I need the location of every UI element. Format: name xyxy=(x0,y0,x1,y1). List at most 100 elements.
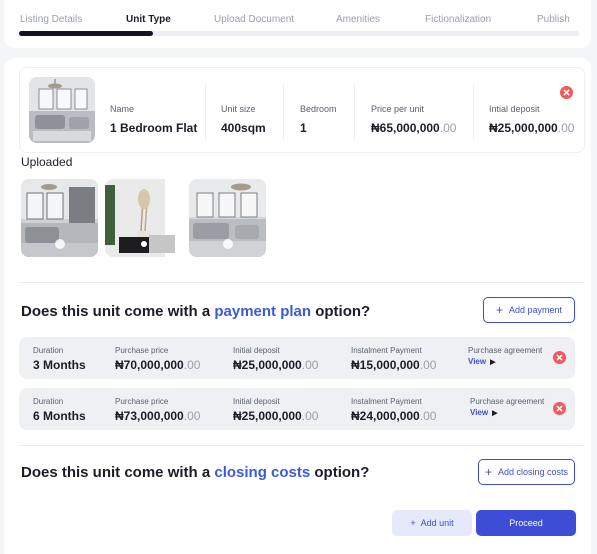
instalment-value: ₦15,000,000.00 xyxy=(351,358,436,372)
question-highlight: payment plan xyxy=(214,303,312,320)
deposit-decimals: .00 xyxy=(301,409,319,423)
step-publish[interactable]: Publish xyxy=(537,14,570,25)
divider xyxy=(283,84,284,140)
question-prefix: Does this unit come with a xyxy=(21,303,215,320)
price-label: Price per unit xyxy=(371,104,425,114)
proceed-button[interactable]: Proceed xyxy=(476,510,576,536)
step-unit-type[interactable]: Unit Type xyxy=(126,14,171,25)
instalment-label: Instalment Payment xyxy=(351,397,422,406)
purchase-price-value: ₦73,000,000.00 xyxy=(115,409,200,423)
view-agreement-link[interactable]: View ▶ xyxy=(468,357,495,366)
instalment-label: Instalment Payment xyxy=(351,346,422,355)
unit-summary-card: Name 1 Bedroom Flat Unit size 400sqm Bed… xyxy=(19,67,585,153)
deposit-main: ₦25,000,000 xyxy=(233,409,302,423)
purchase-main: ₦70,000,000 xyxy=(115,358,184,372)
instalment-main: ₦15,000,000 xyxy=(351,358,420,372)
instalment-main: ₦24,000,000 xyxy=(351,409,420,423)
step-listing-details[interactable]: Listing Details xyxy=(20,14,82,25)
initial-deposit-label: Initial deposit xyxy=(233,346,280,355)
unit-size-value: 400sqm xyxy=(221,121,266,135)
progress-stepper: Listing Details Unit Type Upload Documen… xyxy=(4,0,591,48)
uploaded-heading: Uploaded xyxy=(21,155,73,169)
add-unit-button[interactable]: + Add unit xyxy=(392,510,472,536)
remove-payment-button[interactable] xyxy=(553,351,566,364)
question-highlight: closing costs xyxy=(214,464,311,481)
deposit-value: ₦25,000,000.00 xyxy=(489,121,574,135)
instalment-value: ₦24,000,000.00 xyxy=(351,409,436,423)
duration-label: Duration xyxy=(33,346,64,355)
play-icon: ▶ xyxy=(492,410,498,417)
play-icon: ▶ xyxy=(490,359,496,366)
remove-image-button[interactable] xyxy=(223,239,233,249)
purchase-decimals: .00 xyxy=(183,358,201,372)
purchase-main: ₦73,000,000 xyxy=(115,409,184,423)
instalment-decimals: .00 xyxy=(419,409,437,423)
unit-type-panel: Name 1 Bedroom Flat Unit size 400sqm Bed… xyxy=(4,58,591,554)
proceed-label: Proceed xyxy=(509,518,543,528)
question-suffix: option? xyxy=(311,303,371,320)
view-agreement-link[interactable]: View ▶ xyxy=(470,408,497,417)
view-label: View xyxy=(470,408,489,417)
unit-thumbnail xyxy=(29,77,95,143)
section-divider xyxy=(19,282,585,283)
question-prefix: Does this unit come with a xyxy=(21,464,215,481)
bedroom-label: Bedroom xyxy=(300,104,337,114)
instalment-decimals: .00 xyxy=(419,358,437,372)
add-closing-costs-button[interactable]: + Add closing costs xyxy=(478,459,575,485)
add-payment-label: Add payment xyxy=(508,305,563,315)
duration-value: 6 Months xyxy=(33,409,86,423)
section-divider xyxy=(19,445,585,446)
deposit-label: Intial deposit xyxy=(489,104,540,114)
payment-plan-row: Duration 3 Months Purchase price ₦70,000… xyxy=(19,337,575,379)
divider xyxy=(205,84,206,140)
add-payment-button[interactable]: + Add payment xyxy=(483,297,575,323)
payment-plan-question: Does this unit come with a payment plan … xyxy=(21,303,370,320)
question-suffix: option? xyxy=(310,464,370,481)
view-label: View xyxy=(468,357,487,366)
uploaded-image xyxy=(21,179,98,257)
initial-deposit-label: Initial deposit xyxy=(233,397,280,406)
uploaded-image xyxy=(189,179,266,257)
initial-deposit-value: ₦25,000,000.00 xyxy=(233,358,318,372)
plus-icon: + xyxy=(495,303,503,317)
remove-image-button[interactable] xyxy=(55,239,65,249)
duration-value: 3 Months xyxy=(33,358,86,372)
add-unit-label: Add unit xyxy=(420,518,454,528)
purchase-price-label: Purchase price xyxy=(115,397,169,406)
step-fictionalization[interactable]: Fictionalization xyxy=(425,14,491,25)
purchase-price-label: Purchase price xyxy=(115,346,169,355)
plus-icon: + xyxy=(410,518,416,528)
unit-name-value: 1 Bedroom Flat xyxy=(110,121,198,135)
uploaded-image xyxy=(105,179,182,257)
payment-plan-row: Duration 6 Months Purchase price ₦73,000… xyxy=(19,388,575,430)
deposit-main: ₦25,000,000 xyxy=(489,121,558,135)
close-icon xyxy=(563,89,570,96)
agreement-label: Purchase agreement xyxy=(468,346,543,355)
progress-track xyxy=(19,31,579,36)
price-value: ₦65,000,000.00 xyxy=(371,121,456,135)
deposit-decimals: .00 xyxy=(557,121,575,135)
remove-payment-button[interactable] xyxy=(553,402,566,415)
divider xyxy=(473,84,474,140)
unit-name-label: Name xyxy=(110,104,135,114)
purchase-decimals: .00 xyxy=(183,409,201,423)
purchase-price-value: ₦70,000,000.00 xyxy=(115,358,200,372)
close-icon xyxy=(556,354,563,361)
add-closing-costs-label: Add closing costs xyxy=(497,467,569,477)
price-main: ₦65,000,000 xyxy=(371,121,440,135)
progress-fill xyxy=(19,31,154,36)
deposit-main: ₦25,000,000 xyxy=(233,358,302,372)
remove-image-button[interactable] xyxy=(139,239,149,249)
remove-unit-button[interactable] xyxy=(560,86,573,99)
close-icon xyxy=(556,405,563,412)
bedroom-value: 1 xyxy=(300,121,307,135)
step-upload-document[interactable]: Upload Document xyxy=(214,14,294,25)
plus-icon: + xyxy=(484,465,492,479)
deposit-decimals: .00 xyxy=(301,358,319,372)
price-decimals: .00 xyxy=(439,121,457,135)
closing-costs-question: Does this unit come with a closing costs… xyxy=(21,464,369,481)
agreement-label: Purchase agreement xyxy=(470,397,545,406)
divider xyxy=(354,84,355,140)
step-amenities[interactable]: Amenities xyxy=(336,14,380,25)
initial-deposit-value: ₦25,000,000.00 xyxy=(233,409,318,423)
